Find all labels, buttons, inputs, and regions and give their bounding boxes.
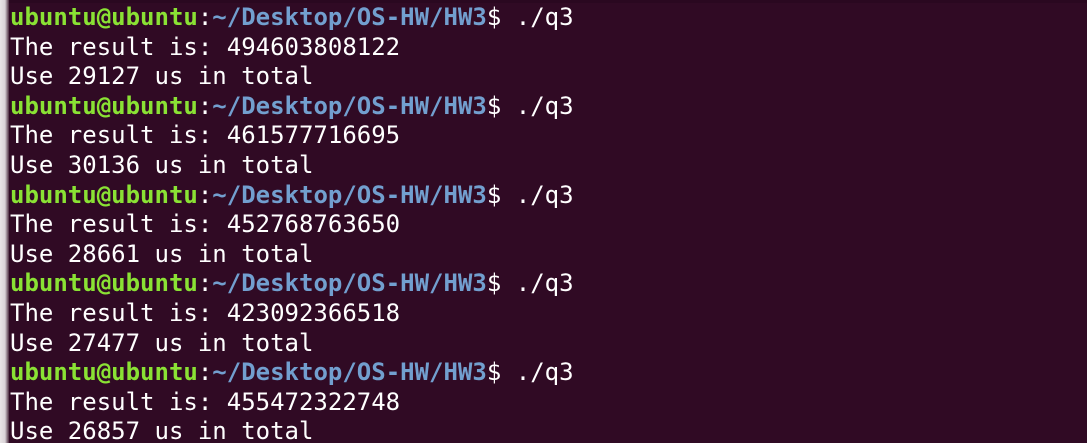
time-line: Use 26857 us in total [10,417,314,443]
prompt-user-host: ubuntu@ubuntu [10,3,198,31]
prompt-dollar: $ [486,91,502,120]
prompt-line: ubuntu@ubuntu:~/Desktop/OS-HW/HW3$ ./q3 [10,92,1087,122]
prompt-path: ~/Desktop/OS-HW/HW3 [212,91,487,120]
prompt-separator: : [197,269,213,298]
command-text: ./q3 [501,358,574,387]
time-line: Use 27477 us in total [10,328,314,357]
result-line: The result is: 423092366518 [10,298,401,327]
prompt-dollar: $ [486,269,502,298]
prompt-user-host: ubuntu@ubuntu [10,180,198,209]
prompt-line: ubuntu@ubuntu:~/Desktop/OS-HW/HW3$ ./q3 [10,181,1087,211]
prompt-separator: : [197,358,213,387]
prompt-separator: : [197,180,213,209]
prompt-dollar: $ [486,358,502,387]
prompt-path: ~/Desktop/OS-HW/HW3 [212,358,487,387]
prompt-separator: : [197,91,213,120]
prompt-path: ~/Desktop/OS-HW/HW3 [212,269,487,298]
prompt-user-host: ubuntu@ubuntu [10,91,198,120]
terminal-output[interactable]: ubuntu@ubuntu:~/Desktop/OS-HW/HW3$ ./q3 … [10,3,1087,443]
prompt-user-host: ubuntu@ubuntu [10,358,198,387]
result-line: The result is: 494603808122 [10,32,401,61]
command-text: ./q3 [501,269,574,298]
time-line: Use 29127 us in total [10,62,314,91]
prompt-separator: : [197,3,213,31]
prompt-path: ~/Desktop/OS-HW/HW3 [212,3,487,31]
prompt-user-host: ubuntu@ubuntu [10,269,198,298]
prompt-dollar: $ [486,3,502,31]
prompt-line: ubuntu@ubuntu:~/Desktop/OS-HW/HW3$ ./q3 [10,269,1087,299]
prompt-line: ubuntu@ubuntu:~/Desktop/OS-HW/HW3$ ./q3 [10,358,1087,388]
time-line: Use 30136 us in total [10,150,314,179]
command-text: ./q3 [501,91,574,120]
command-text: ./q3 [501,3,574,31]
result-line: The result is: 455472322748 [10,387,401,416]
terminal-window[interactable]: ubuntu@ubuntu:~/Desktop/OS-HW/HW3$ ./q3 … [0,0,1087,443]
command-text: ./q3 [501,180,574,209]
result-line: The result is: 452768763650 [10,210,401,239]
window-left-edge [0,0,9,443]
prompt-path: ~/Desktop/OS-HW/HW3 [212,180,487,209]
prompt-dollar: $ [486,180,502,209]
time-line: Use 28661 us in total [10,239,314,268]
prompt-line: ubuntu@ubuntu:~/Desktop/OS-HW/HW3$ ./q3 [10,3,1087,33]
result-line: The result is: 461577716695 [10,121,401,150]
